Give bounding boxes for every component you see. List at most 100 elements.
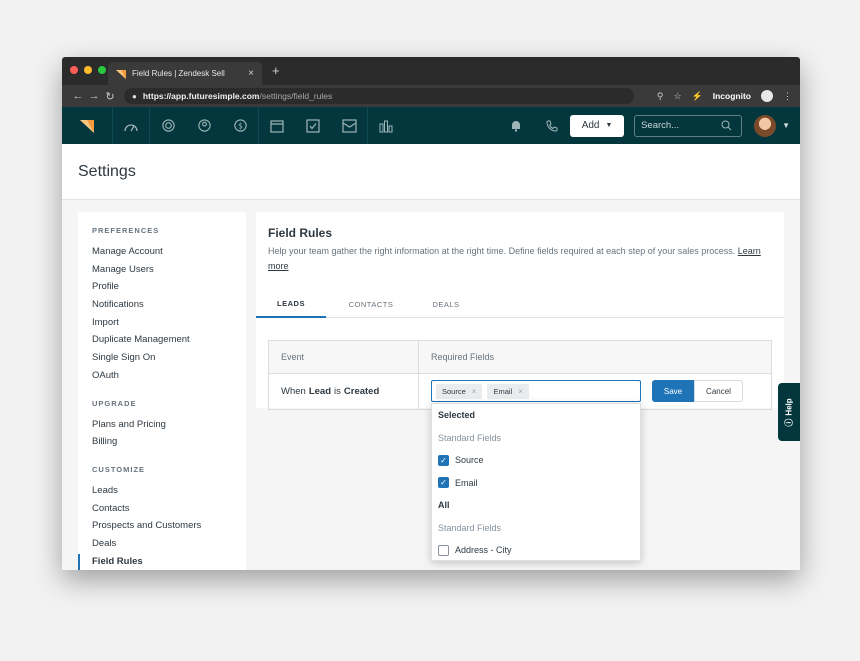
zendesk-sell-logo[interactable] xyxy=(62,107,112,144)
dropdown-group-label: Standard Fields xyxy=(438,522,502,533)
sidebar-item-leads[interactable]: Leads xyxy=(78,482,246,500)
sidebar-item-field-rules[interactable]: Field Rules xyxy=(78,553,246,570)
sidebar-section-customize: CUSTOMIZE xyxy=(92,464,146,474)
sidebar-item-billing[interactable]: Billing xyxy=(78,433,246,451)
reports-icon[interactable] xyxy=(368,107,404,144)
section-description: Help your team gather the right informat… xyxy=(268,244,768,274)
app-nav-bar: $ Add ▼ ▼ xyxy=(62,107,800,144)
avatar-caret-down-icon[interactable]: ▼ xyxy=(782,121,790,130)
sidebar-item-deals[interactable]: Deals xyxy=(78,535,246,553)
zoom-icon[interactable]: ⚲ xyxy=(657,91,664,102)
close-window-button[interactable] xyxy=(70,66,78,74)
sidebar-item-oauth[interactable]: OAuth xyxy=(78,367,246,385)
tab-title: Field Rules | Zendesk Sell xyxy=(132,69,225,78)
leads-icon[interactable] xyxy=(186,107,222,144)
sidebar-section-upgrade: UPGRADE xyxy=(92,398,137,408)
caret-down-icon: ▼ xyxy=(605,122,613,129)
cancel-button[interactable]: Cancel xyxy=(694,380,743,402)
browser-tab[interactable]: Field Rules | Zendesk Sell × xyxy=(108,62,262,85)
remove-tag-icon[interactable]: × xyxy=(472,387,477,396)
phone-icon[interactable] xyxy=(534,107,570,144)
new-tab-button[interactable]: + xyxy=(272,63,280,78)
user-avatar[interactable] xyxy=(754,114,777,137)
minimize-window-button[interactable] xyxy=(84,66,92,74)
help-circle-icon: ⓘ xyxy=(784,418,794,427)
inbox-icon[interactable] xyxy=(331,107,367,144)
option-label: Address - City xyxy=(455,545,512,556)
dashboard-speedometer-icon[interactable] xyxy=(113,107,149,144)
event-mid: is xyxy=(334,386,341,397)
tab-leads[interactable]: LEADS xyxy=(256,290,326,318)
checkbox-checked-icon[interactable]: ✓ xyxy=(438,454,449,466)
remove-tag-icon[interactable]: × xyxy=(518,387,523,396)
sidebar-item-manage-account[interactable]: Manage Account xyxy=(78,243,246,261)
tag-label: Source xyxy=(442,386,466,396)
description-text: Help your team gather the right informat… xyxy=(268,246,736,256)
menu-kebab-icon[interactable]: ⋮ xyxy=(783,91,792,102)
sidebar-item-profile[interactable]: Profile xyxy=(78,278,246,296)
tab-deals[interactable]: DEALS xyxy=(416,290,476,318)
checkbox-unchecked-icon[interactable] xyxy=(438,544,449,556)
sidebar-item-prospects-and-customers[interactable]: Prospects and Customers xyxy=(78,517,246,535)
bell-icon[interactable] xyxy=(498,107,534,144)
tab-contacts[interactable]: CONTACTS xyxy=(336,290,406,318)
event-action: Created xyxy=(343,386,380,397)
sidebar-item-manage-users[interactable]: Manage Users xyxy=(78,261,246,279)
search-input[interactable] xyxy=(641,120,722,131)
maximize-window-button[interactable] xyxy=(98,66,106,74)
save-button[interactable]: Save xyxy=(652,380,694,402)
add-button[interactable]: Add ▼ xyxy=(570,114,625,137)
tasks-icon[interactable] xyxy=(295,107,331,144)
dropdown-option-address-city[interactable]: Address - City xyxy=(432,539,640,562)
column-header-required-fields: Required Fields xyxy=(431,352,495,362)
object-tabs: LEADS CONTACTS DEALS xyxy=(256,290,784,318)
page-title: Settings xyxy=(78,162,136,180)
nav-search-box[interactable] xyxy=(634,114,743,137)
sidebar-item-contacts[interactable]: Contacts xyxy=(78,500,246,518)
window-controls xyxy=(70,66,106,74)
dropdown-option-source[interactable]: ✓ Source xyxy=(432,449,640,472)
fields-dropdown: Selected Standard Fields ✓ Source ✓ Emai… xyxy=(431,403,641,561)
back-arrow-icon[interactable]: ← xyxy=(70,90,86,102)
incognito-icon[interactable] xyxy=(761,90,773,102)
option-label: Source xyxy=(455,455,484,466)
settings-header: Settings xyxy=(62,144,800,200)
add-button-label: Add xyxy=(581,120,600,131)
search-icon xyxy=(721,120,732,131)
sidebar-item-single-sign-on[interactable]: Single Sign On xyxy=(78,349,246,367)
checkbox-checked-icon[interactable]: ✓ xyxy=(438,477,449,489)
tag-label: Email xyxy=(493,386,513,396)
sidebar-item-notifications[interactable]: Notifications xyxy=(78,296,246,314)
bookmark-star-icon[interactable]: ☆ xyxy=(673,91,681,102)
svg-text:$: $ xyxy=(238,121,243,130)
dropdown-header-all: All xyxy=(438,500,450,511)
browser-tabbar: Field Rules | Zendesk Sell × + xyxy=(62,57,800,85)
field-tag: Source × xyxy=(436,383,483,399)
dollar-icon[interactable]: $ xyxy=(222,107,258,144)
reload-icon[interactable]: ↻ xyxy=(102,90,118,103)
incognito-label: Incognito xyxy=(712,91,751,101)
field-tag: Email × xyxy=(487,383,529,399)
target-icon[interactable] xyxy=(150,107,186,144)
field-rules-panel: Field Rules Help your team gather the ri… xyxy=(256,212,784,410)
logo-icon xyxy=(80,119,94,133)
dropdown-option-email[interactable]: ✓ Email xyxy=(432,472,640,495)
browser-window: Field Rules | Zendesk Sell × + ← → ↻ ● h… xyxy=(62,57,800,570)
url-host: https://app.futuresimple.com xyxy=(142,91,260,101)
address-bar[interactable]: ● https://app.futuresimple.com /settings… xyxy=(124,88,634,104)
sidebar-item-import[interactable]: Import xyxy=(78,314,246,332)
required-fields-input[interactable]: Source × Email × xyxy=(431,380,641,402)
event-object: Lead xyxy=(308,386,332,397)
sidebar-section-preferences: PREFERENCES xyxy=(92,226,160,235)
table-header-row: Event Required Fields xyxy=(269,341,771,374)
event-prefix: When xyxy=(281,386,306,397)
tab-close-icon[interactable]: × xyxy=(248,68,254,79)
sidebar-item-duplicate-management[interactable]: Duplicate Management xyxy=(78,331,246,349)
forward-arrow-icon[interactable]: → xyxy=(86,90,102,102)
toolbar-right: ⚲ ☆ ⚡ Incognito ⋮ xyxy=(657,90,792,102)
help-button[interactable]: ⓘ Help xyxy=(778,383,800,441)
extension-bolt-icon[interactable]: ⚡ xyxy=(692,91,703,102)
sidebar-item-plans-and-pricing[interactable]: Plans and Pricing xyxy=(78,416,246,434)
url-path: /settings/field_rules xyxy=(259,91,333,101)
calendar-icon[interactable] xyxy=(259,107,295,144)
